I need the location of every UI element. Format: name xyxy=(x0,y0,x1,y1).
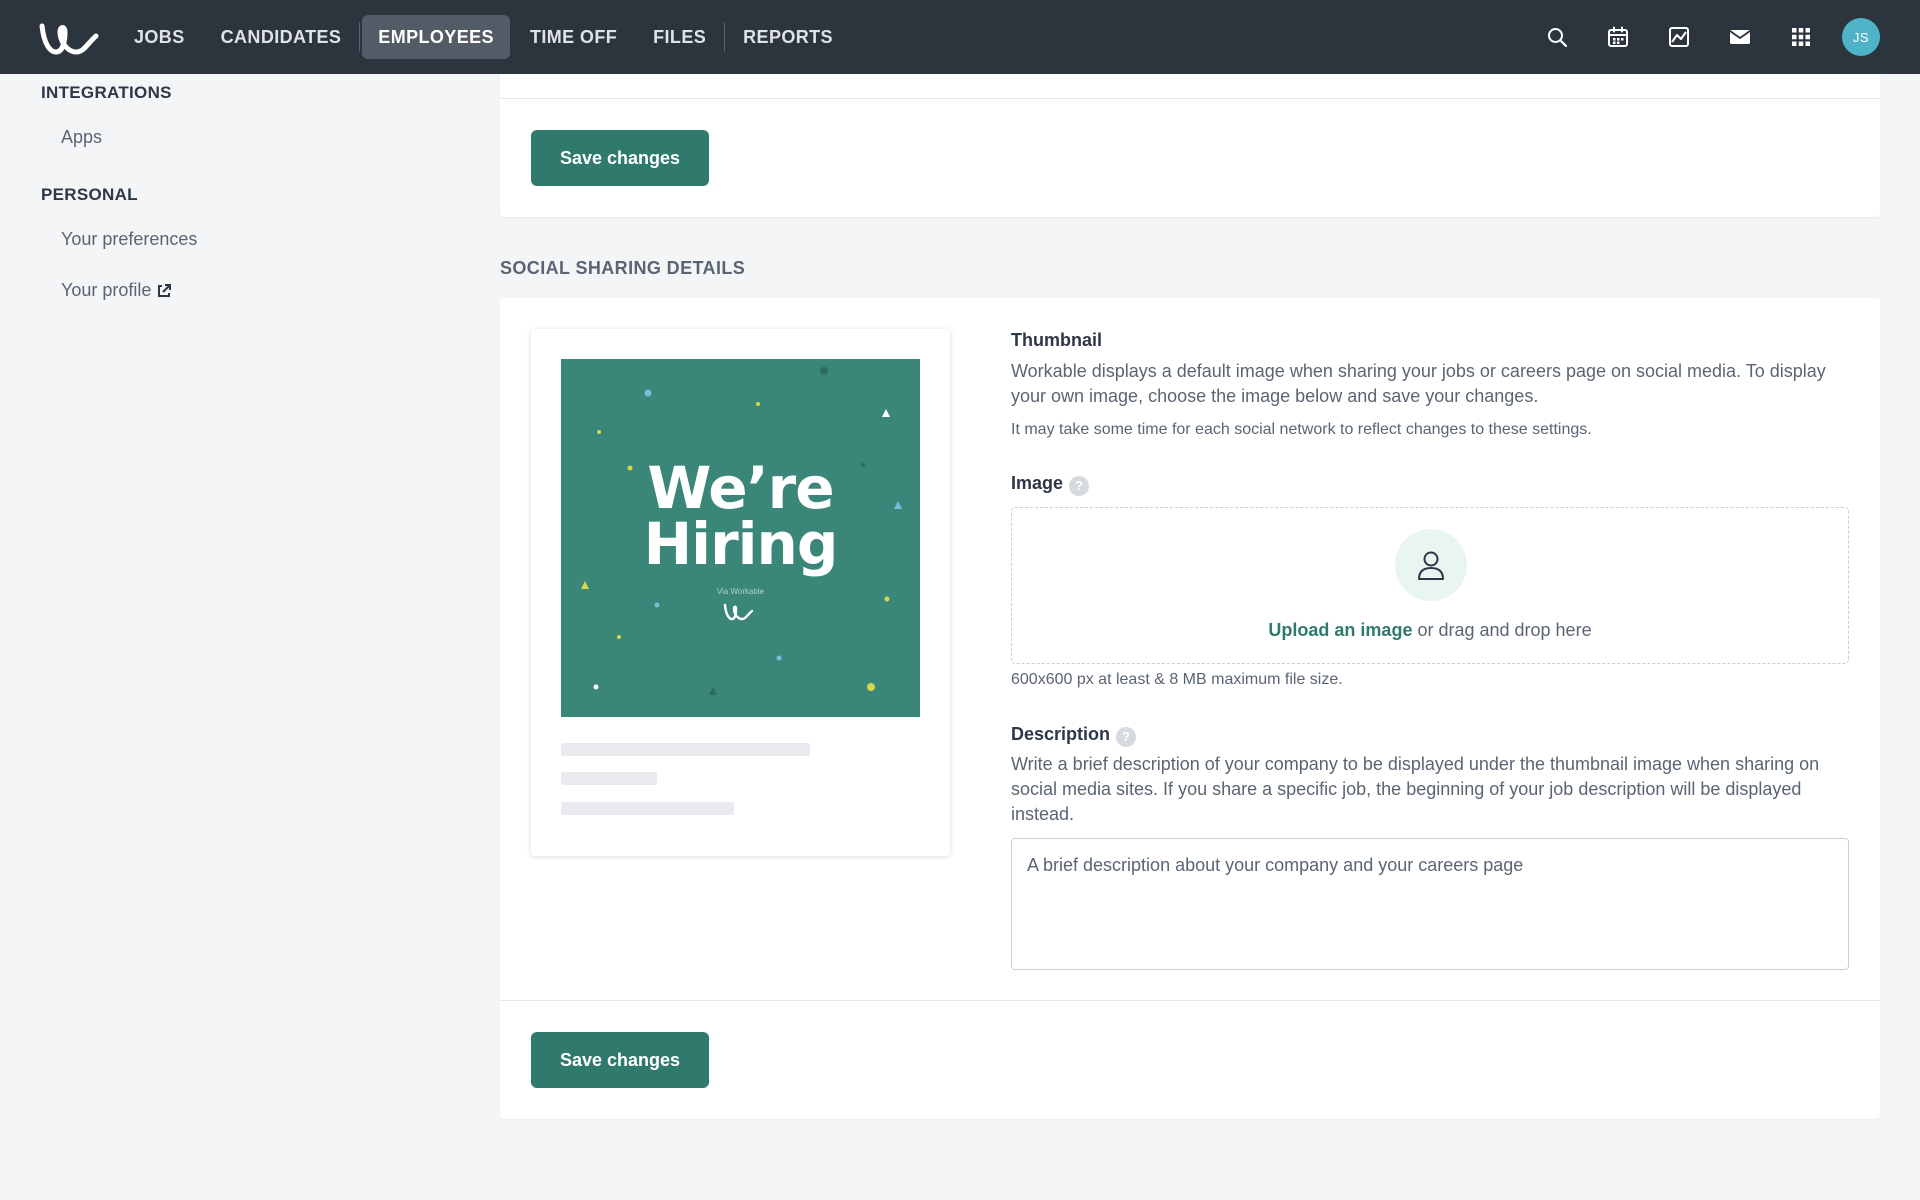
help-icon[interactable]: ? xyxy=(1069,475,1090,496)
preview-headline-line2: Hiring xyxy=(643,510,839,578)
sidebar-item-label: Your profile xyxy=(61,280,152,300)
nav-reports[interactable]: REPORTS xyxy=(727,15,849,59)
top-navigation-bar: JOBS CANDIDATES EMPLOYEES TIME OFF FILES… xyxy=(0,0,1920,74)
sidebar-item-your-profile[interactable]: Your profile xyxy=(61,280,172,301)
upload-image-link[interactable]: Upload an image xyxy=(1268,620,1412,640)
save-changes-button[interactable]: Save changes xyxy=(531,130,709,186)
nav-divider xyxy=(359,22,361,52)
save-changes-button[interactable]: Save changes xyxy=(531,1032,709,1088)
apps-grid-icon[interactable] xyxy=(1781,17,1821,57)
section-title-social-sharing: SOCIAL SHARING DETAILS xyxy=(500,258,746,278)
preview-headline-line1: We’re xyxy=(647,454,834,522)
user-placeholder-icon xyxy=(1395,529,1467,601)
sidebar-heading-integrations: INTEGRATIONS xyxy=(41,83,172,102)
thumbnail-label-text: Thumbnail xyxy=(1011,330,1102,350)
image-label: Image ? xyxy=(1011,473,1090,496)
image-dropzone[interactable]: Upload an image or drag and drop here xyxy=(1011,507,1849,664)
search-icon[interactable] xyxy=(1537,17,1577,57)
description-label: Description ? xyxy=(1011,724,1137,747)
calendar-icon[interactable] xyxy=(1598,17,1638,57)
preview-via-workable: Via Workable xyxy=(716,587,765,596)
description-help-text: Write a brief description of your compan… xyxy=(1011,754,1820,824)
mail-icon[interactable] xyxy=(1720,17,1760,57)
card-divider xyxy=(500,98,1880,99)
description-label-text: Description xyxy=(1011,724,1111,744)
skeleton-line xyxy=(561,772,657,785)
image-size-hint: 600x600 px at least & 8 MB maximum file … xyxy=(1011,671,1343,688)
external-link-icon xyxy=(158,283,172,297)
help-icon[interactable]: ? xyxy=(1116,726,1137,747)
nav-jobs[interactable]: JOBS xyxy=(118,15,201,59)
skeleton-line xyxy=(561,802,734,815)
thumbnail-description: Workable displays a default image when s… xyxy=(1011,361,1826,406)
sidebar-item-your-preferences[interactable]: Your preferences xyxy=(61,229,197,250)
sidebar-heading-personal: PERSONAL xyxy=(41,185,138,204)
thumbnail-label: Thumbnail xyxy=(1011,330,1102,351)
previous-settings-card: Save changes xyxy=(500,60,1880,217)
nav-candidates[interactable]: CANDIDATES xyxy=(205,15,358,59)
image-label-text: Image xyxy=(1011,473,1064,493)
dropzone-instruction: or drag and drop here xyxy=(1412,620,1592,640)
thumbnail-preview-image: We’re Hiring Via Workable xyxy=(561,359,920,717)
sidebar-item-apps[interactable]: Apps xyxy=(61,127,102,148)
description-textarea[interactable]: A brief description about your company a… xyxy=(1011,838,1849,970)
skeleton-title-line xyxy=(561,743,810,756)
activity-chart-icon[interactable] xyxy=(1659,17,1699,57)
dropzone-text: Upload an image or drag and drop here xyxy=(1012,620,1848,641)
nav-employees[interactable]: EMPLOYEES xyxy=(362,15,510,59)
workable-logo[interactable] xyxy=(38,18,100,56)
top-icons: JS xyxy=(1516,17,1880,57)
nav-files[interactable]: FILES xyxy=(637,15,722,59)
user-avatar[interactable]: JS xyxy=(1842,18,1880,56)
card-divider xyxy=(500,1000,1880,1001)
nav-divider xyxy=(724,22,726,52)
thumbnail-note: It may take some time for each social ne… xyxy=(1011,421,1592,438)
main-nav: JOBS CANDIDATES EMPLOYEES TIME OFF FILES… xyxy=(118,15,853,59)
nav-time-off[interactable]: TIME OFF xyxy=(514,15,633,59)
social-preview-card: We’re Hiring Via Workable xyxy=(531,329,950,856)
